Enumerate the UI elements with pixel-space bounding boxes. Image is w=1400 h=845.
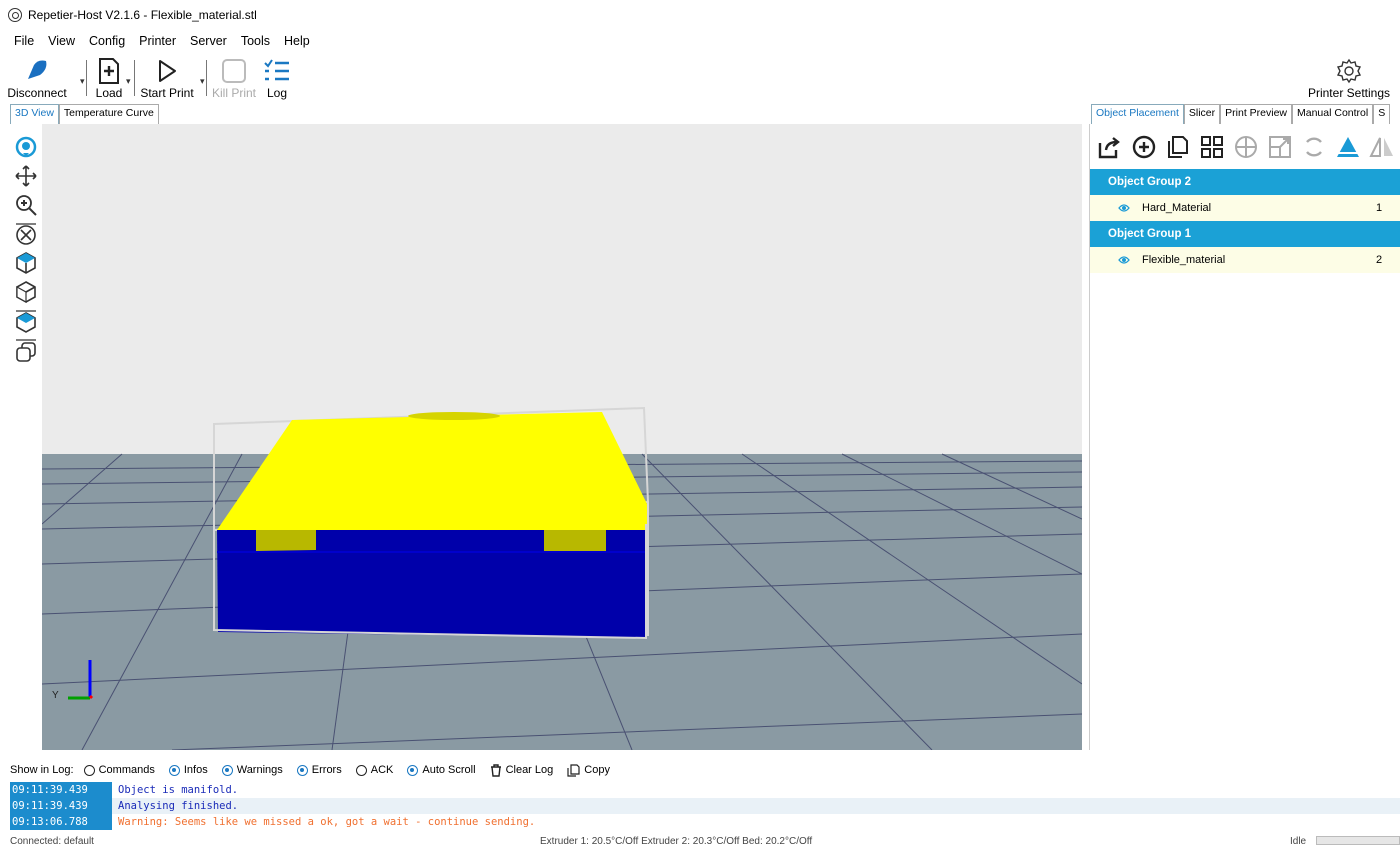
start-print-dropdown-icon[interactable]: ▾: [200, 76, 205, 87]
tab-object-placement[interactable]: Object Placement: [1091, 104, 1184, 124]
log-commands-option[interactable]: Commands: [83, 764, 155, 776]
menu-bar: File View Config Printer Server Tools He…: [14, 34, 310, 52]
radio-icon: [83, 764, 95, 776]
move-view-icon[interactable]: [12, 161, 40, 190]
main-toolbar: Disconnect ▾ Load ▾ Start Print ▾ Kill P…: [0, 54, 1400, 100]
log-line: 09:11:39.439 Object is manifold.: [10, 782, 239, 798]
start-print-button[interactable]: Start Print: [138, 54, 196, 100]
progress-bar: [1316, 836, 1400, 845]
temperature-status: Extruder 1: 20.5°C/Off Extruder 2: 20.3°…: [540, 836, 813, 845]
copy-object-icon[interactable]: [1164, 133, 1192, 161]
log-options-bar: Show in Log: Commands Infos Warnings Err…: [10, 760, 620, 780]
eye-icon[interactable]: [1118, 203, 1130, 216]
export-icon[interactable]: [1096, 133, 1124, 161]
view-tabs: 3D View Temperature Curve: [10, 104, 159, 124]
disconnect-button[interactable]: Disconnect: [0, 54, 74, 100]
log-infos-option[interactable]: Infos: [168, 764, 208, 776]
log-autoscroll-option[interactable]: Auto Scroll: [407, 764, 476, 776]
rotate-view-icon[interactable]: [12, 132, 40, 161]
menu-server[interactable]: Server: [190, 34, 227, 52]
add-object-icon[interactable]: [1130, 133, 1158, 161]
menu-printer[interactable]: Printer: [139, 34, 176, 52]
fit-view-icon[interactable]: [12, 219, 40, 248]
copy-icon: [567, 763, 580, 777]
log-button[interactable]: Log: [262, 54, 292, 100]
plug-icon: [24, 57, 50, 85]
rotate-object-icon[interactable]: [1300, 133, 1328, 161]
play-icon: [156, 57, 178, 85]
load-dropdown-icon[interactable]: ▾: [126, 76, 131, 87]
log-line: 09:11:39.439 Analysing finished.: [10, 798, 1400, 814]
tab-manual-control[interactable]: Manual Control: [1292, 104, 1374, 124]
connection-status: Connected: default: [10, 836, 94, 845]
autoposition-icon[interactable]: [1198, 133, 1226, 161]
menu-config[interactable]: Config: [89, 34, 125, 52]
tab-slicer[interactable]: Slicer: [1183, 104, 1221, 124]
app-logo-icon: [8, 8, 22, 22]
show-in-log-label: Show in Log:: [10, 764, 74, 776]
printer-settings-button[interactable]: Printer Settings: [1304, 54, 1394, 100]
checklist-icon: [264, 57, 290, 85]
log-warnings-option[interactable]: Warnings: [221, 764, 283, 776]
radio-icon: [168, 764, 180, 776]
3d-viewport[interactable]: Y: [42, 124, 1082, 750]
window-title: Repetier-Host V2.1.6 - Flexible_material…: [28, 8, 257, 22]
iso-view-icon[interactable]: [12, 248, 40, 277]
front-view-icon[interactable]: [12, 277, 40, 306]
disconnect-dropdown-icon[interactable]: ▾: [80, 76, 85, 87]
object-group-2-header[interactable]: Object Group 2: [1090, 169, 1400, 195]
mirror-object-icon[interactable]: [1368, 133, 1396, 161]
scale-object-icon[interactable]: [1266, 133, 1294, 161]
tab-print-preview[interactable]: Print Preview: [1220, 104, 1292, 124]
menu-tools[interactable]: Tools: [241, 34, 270, 52]
kill-print-button[interactable]: Kill Print: [208, 54, 260, 100]
radio-icon: [221, 764, 233, 776]
log-errors-option[interactable]: Errors: [296, 764, 342, 776]
radio-icon: [355, 764, 367, 776]
y-axis-label: Y: [52, 690, 59, 701]
log-output[interactable]: 09:11:39.439 Object is manifold. 09:11:3…: [10, 782, 1400, 830]
menu-help[interactable]: Help: [284, 34, 310, 52]
menu-view[interactable]: View: [48, 34, 75, 52]
object-group-1-header[interactable]: Object Group 1: [1090, 221, 1400, 247]
stop-icon: [221, 57, 247, 85]
load-file-icon: [98, 57, 120, 85]
top-view-icon[interactable]: [12, 306, 40, 335]
radio-icon: [407, 764, 419, 776]
menu-file[interactable]: File: [14, 34, 34, 52]
zoom-view-icon[interactable]: [12, 190, 40, 219]
tab-3d-view[interactable]: 3D View: [10, 104, 59, 124]
center-object-icon[interactable]: [1232, 133, 1260, 161]
tab-temperature-curve[interactable]: Temperature Curve: [58, 104, 159, 124]
view-tools-column: [10, 124, 42, 750]
copy-log-button[interactable]: Copy: [567, 763, 610, 777]
status-bar: Connected: default Extruder 1: 20.5°C/Of…: [0, 834, 1400, 845]
object-row-hard-material[interactable]: Hard_Material 1: [1090, 195, 1400, 221]
log-ack-option[interactable]: ACK: [355, 764, 393, 776]
object-placement-panel: Object Group 2 Hard_Material 1 Object Gr…: [1089, 124, 1400, 750]
title-bar: Repetier-Host V2.1.6 - Flexible_material…: [0, 0, 1400, 30]
eye-icon[interactable]: [1118, 255, 1130, 268]
radio-icon: [296, 764, 308, 776]
cut-object-icon[interactable]: [1334, 133, 1362, 161]
printer-state: Idle: [1290, 836, 1307, 845]
clear-log-button[interactable]: Clear Log: [490, 763, 553, 777]
tab-sd-card[interactable]: S: [1373, 104, 1391, 124]
panel-tabs: Object Placement Slicer Print Preview Ma…: [1091, 104, 1391, 124]
objects-view-icon[interactable]: [12, 335, 40, 364]
gear-icon: [1336, 57, 1362, 85]
hard-material-model[interactable]: [217, 412, 648, 530]
placement-toolbar: [1090, 124, 1400, 169]
log-line: 09:13:06.788 Warning: Seems like we miss…: [10, 814, 536, 830]
load-button[interactable]: Load: [88, 54, 130, 100]
object-row-flexible-material[interactable]: Flexible_material 2: [1090, 247, 1400, 273]
trash-icon: [490, 763, 501, 777]
